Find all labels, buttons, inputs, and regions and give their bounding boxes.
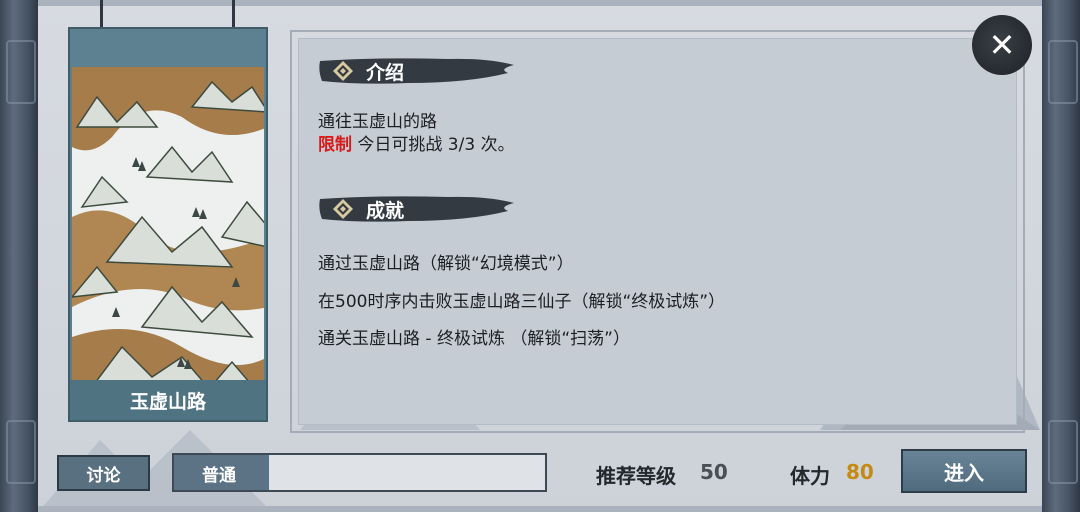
stage-info-panel-inner [298,38,1017,425]
limit-tag: 限制 [318,135,352,155]
recommended-level-label: 推荐等级 [596,464,676,488]
recommended-level-value: 50 [700,460,728,484]
difficulty-label: 普通 [202,466,236,486]
achievement-item: 通过玉虚山路（解锁“幻境模式”） [318,254,574,274]
achievement-item: 在500时序内击败玉虚山路三仙子（解锁“终极试炼”） [318,292,726,312]
stage-title: 玉虚山路 [70,380,266,420]
roller-ornament [1048,420,1078,484]
snow-mountain-map-art [72,67,264,413]
limit-text: 今日可挑战 3/3 次。 [357,135,515,155]
achievements-section-header: 成就 [318,193,516,225]
left-scroll-roller [0,0,38,512]
intro-header-label: 介绍 [366,62,405,84]
close-icon: ✕ [988,26,1016,64]
stamina-value: 80 [846,460,874,484]
difficulty-selector[interactable]: 普通 [172,453,547,492]
stage-description: 通往玉虚山的路 [318,112,437,132]
discuss-button[interactable]: 讨论 [57,455,150,491]
diamond-emblem-icon [333,199,353,219]
stage-map-image [72,67,264,413]
close-button[interactable]: ✕ [972,15,1032,75]
stage-banner[interactable]: 玉虚山路 [68,27,268,422]
roller-ornament [6,40,36,104]
roller-ornament [6,420,36,484]
challenge-limit-line: 限制 今日可挑战 3/3 次。 [318,130,515,155]
roller-ornament [1048,40,1078,104]
right-scroll-roller [1042,0,1080,512]
intro-section-header: 介绍 [318,55,516,87]
diamond-emblem-icon [333,61,353,81]
achievements-header-label: 成就 [366,200,405,222]
paper-top-edge [38,0,1042,6]
enter-button[interactable]: 进入 [901,449,1027,493]
banner-top-bar [70,29,266,67]
stamina-label: 体力 [790,464,830,488]
stage-info-panel [290,30,1025,433]
achievement-item: 通关玉虚山路 - 终极试炼 （解锁“扫荡”） [318,329,630,349]
